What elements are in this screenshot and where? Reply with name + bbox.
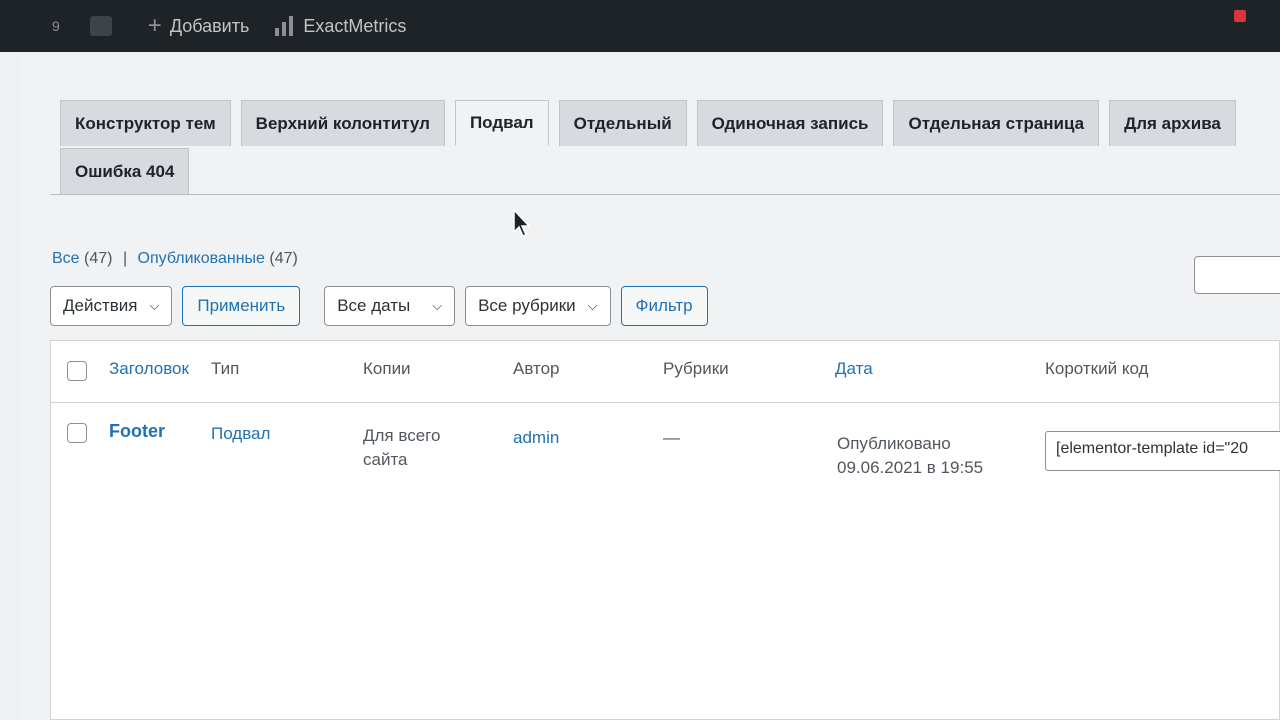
tabs-divider bbox=[50, 194, 1280, 195]
row-title-link[interactable]: Footer bbox=[109, 419, 165, 444]
row-author-link[interactable]: admin bbox=[513, 425, 559, 450]
view-all-label: Все bbox=[52, 250, 80, 267]
row-type-link[interactable]: Подвал bbox=[211, 421, 270, 446]
comments-icon[interactable] bbox=[89, 16, 112, 36]
filter-button[interactable]: Фильтр bbox=[620, 286, 708, 326]
select-all-checkbox[interactable] bbox=[67, 361, 87, 381]
view-published-link[interactable]: Опубликованные (47) bbox=[138, 250, 298, 267]
add-new-link[interactable]: Добавить bbox=[170, 16, 250, 37]
exactmetrics-link[interactable]: ExactMetrics bbox=[303, 16, 406, 37]
tab-single-page[interactable]: Отдельная страница bbox=[893, 100, 1100, 146]
bulk-actions-value: Действия bbox=[63, 296, 138, 315]
tab-single-post[interactable]: Одиночная запись bbox=[696, 100, 884, 146]
row-date-value: 09.06.2021 в 19:55 bbox=[837, 458, 984, 477]
chevron-down-icon: ⌵ bbox=[149, 298, 160, 313]
chevron-down-icon: ⌵ bbox=[432, 298, 443, 313]
column-shortcode: Короткий код bbox=[1045, 359, 1149, 378]
template-type-tabs-row2: Ошибка 404 bbox=[60, 148, 190, 194]
tab-single[interactable]: Отдельный bbox=[558, 100, 687, 146]
dates-value: Все даты bbox=[337, 296, 411, 315]
apply-button[interactable]: Применить bbox=[182, 286, 301, 326]
row-date-status: Опубликовано bbox=[837, 434, 951, 453]
categories-select[interactable]: Все рубрики ⌵ bbox=[465, 286, 611, 326]
dates-select[interactable]: Все даты ⌵ bbox=[324, 286, 456, 326]
main-content: Конструктор тем Верхний колонтитул Подва… bbox=[22, 52, 1280, 720]
tab-error-404[interactable]: Ошибка 404 bbox=[60, 148, 190, 194]
plus-icon: + bbox=[147, 12, 162, 39]
row-categories: — bbox=[663, 428, 680, 447]
mouse-cursor-icon bbox=[513, 208, 531, 237]
tab-header[interactable]: Верхний колонтитул bbox=[240, 100, 445, 146]
search-input[interactable] bbox=[1194, 256, 1280, 294]
table-filters: Действия ⌵ Применить Все даты ⌵ Все рубр… bbox=[50, 286, 708, 326]
views-separator: | bbox=[122, 250, 128, 267]
column-date[interactable]: Дата bbox=[835, 359, 873, 379]
row-checkbox[interactable] bbox=[67, 423, 87, 443]
admin-bar: 9 + Добавить ExactMetrics bbox=[0, 0, 1280, 52]
categories-value: Все рубрики bbox=[478, 296, 576, 315]
analytics-icon bbox=[275, 16, 294, 36]
post-status-views: Все (47) | Опубликованные (47) bbox=[52, 250, 298, 268]
column-categories: Рубрики bbox=[663, 359, 729, 378]
templates-table: Заголовок Тип Копии Автор Рубрики Дата К… bbox=[50, 340, 1280, 720]
bulk-actions-select[interactable]: Действия ⌵ bbox=[50, 286, 173, 326]
shortcode-field[interactable]: [elementor-template id="20 bbox=[1045, 431, 1280, 471]
row-instances-line1: Для всего bbox=[363, 426, 441, 445]
view-all-link[interactable]: Все (47) bbox=[52, 250, 112, 267]
view-published-label: Опубликованные bbox=[137, 250, 265, 267]
view-published-count: (47) bbox=[269, 250, 298, 267]
column-author: Автор bbox=[513, 359, 560, 378]
chevron-down-icon: ⌵ bbox=[587, 298, 598, 313]
column-title[interactable]: Заголовок bbox=[109, 359, 189, 379]
table-header: Заголовок Тип Копии Автор Рубрики Дата К… bbox=[51, 341, 1279, 403]
tab-footer[interactable]: Подвал bbox=[454, 100, 549, 146]
notification-icon[interactable] bbox=[1234, 10, 1246, 22]
row-instances-line2: сайта bbox=[363, 450, 408, 469]
column-type: Тип bbox=[211, 359, 240, 378]
template-type-tabs: Конструктор тем Верхний колонтитул Подва… bbox=[60, 100, 1236, 146]
view-all-count: (47) bbox=[84, 250, 113, 267]
updates-count[interactable]: 9 bbox=[52, 18, 60, 34]
tab-archive[interactable]: Для архива bbox=[1109, 100, 1236, 146]
tab-theme-builder[interactable]: Конструктор тем bbox=[60, 100, 231, 146]
column-instances: Копии bbox=[363, 359, 411, 378]
